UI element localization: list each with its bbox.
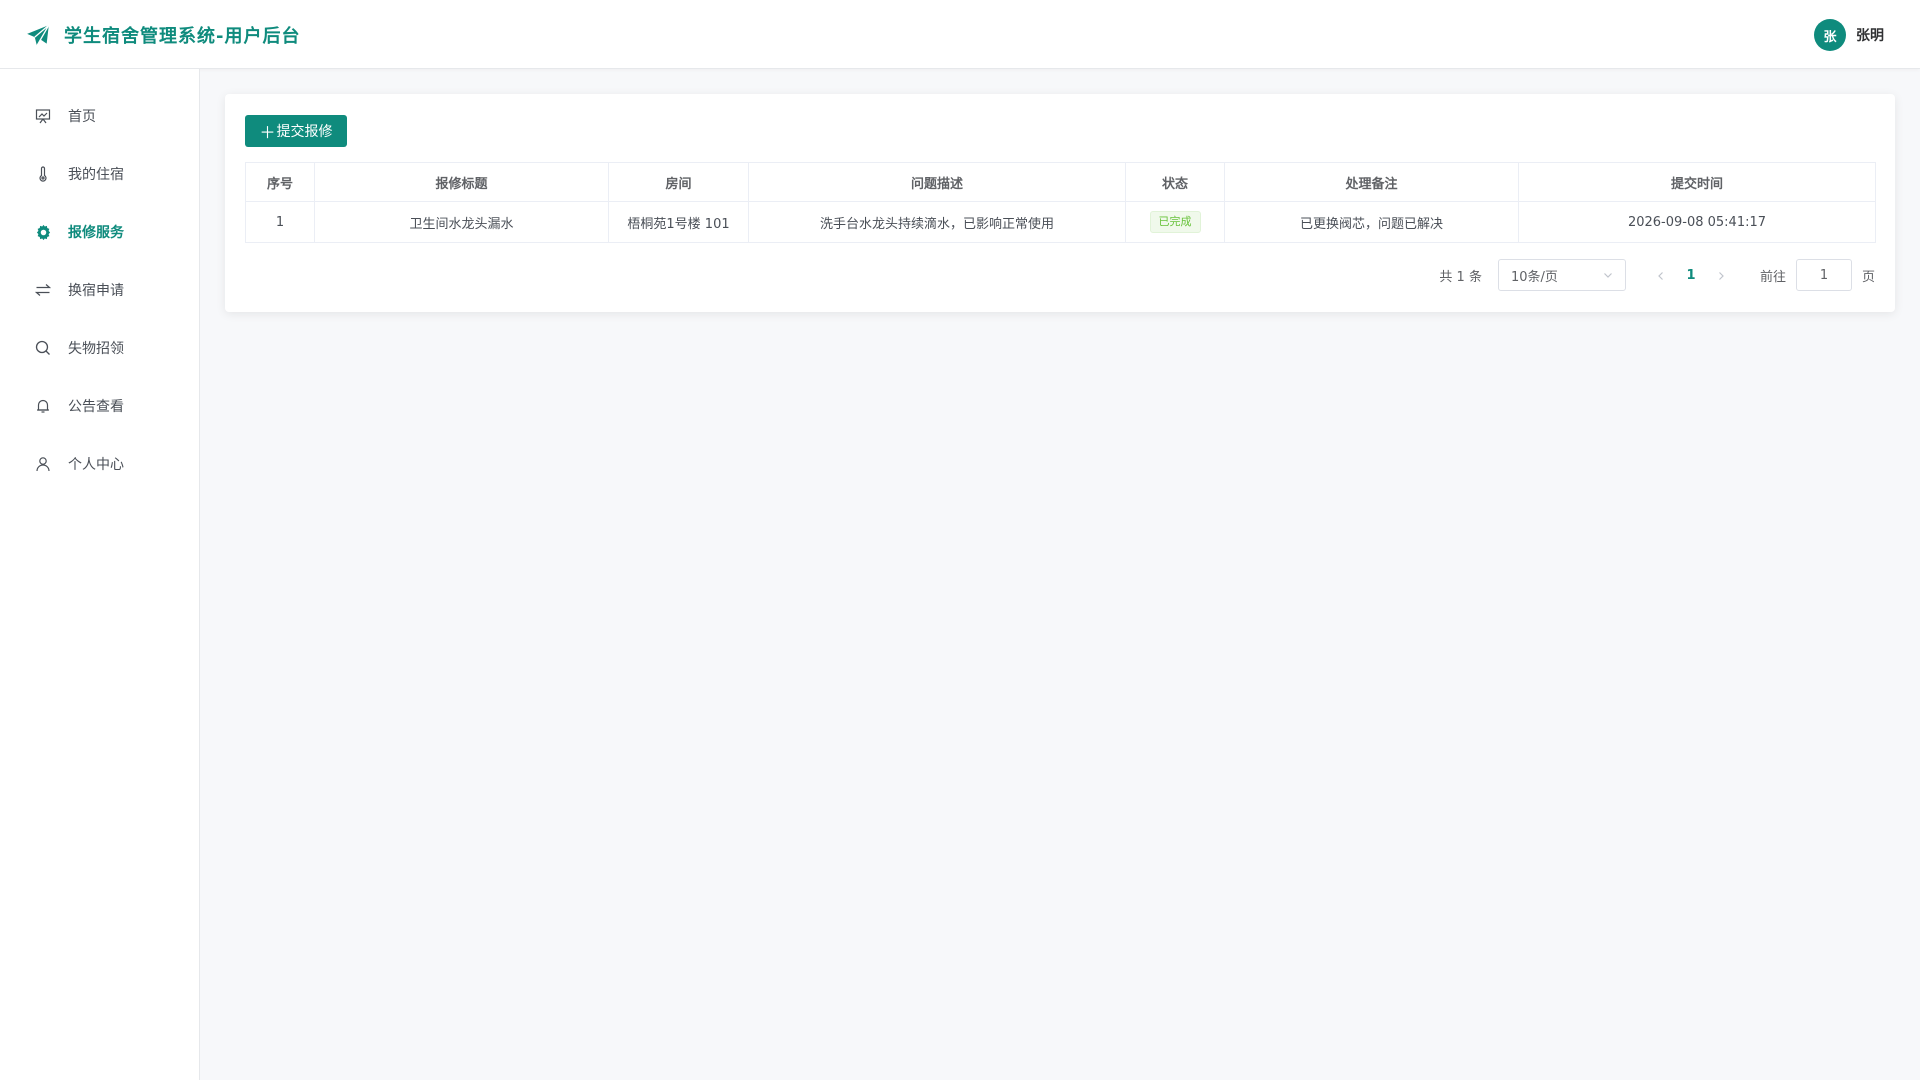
submit-repair-button[interactable]: ＋ 提交报修 xyxy=(245,115,347,147)
column-header[interactable]: 状态 xyxy=(1125,162,1225,202)
submit-repair-label: 提交报修 xyxy=(276,124,333,140)
column-header[interactable]: 处理备注 xyxy=(1224,162,1519,202)
sidebar-item-room-change[interactable]: 换宿申请 xyxy=(0,270,199,310)
sidebar-item-label: 报修服务 xyxy=(68,225,124,241)
column-header[interactable]: 房间 xyxy=(608,162,749,202)
user-menu[interactable]: 张 张明 xyxy=(1814,19,1884,51)
repair-table: 序号 报修标题 房间 问题描述 状态 处理备注 提交时间 1 卫生间水龙头漏水 … xyxy=(245,162,1876,243)
cell-title: 卫生间水龙头漏水 xyxy=(314,201,609,243)
cell-description: 洗手台水龙头持续滴水，已影响正常使用 xyxy=(748,201,1126,243)
sidebar-item-label: 换宿申请 xyxy=(68,283,124,299)
sidebar-item-notices[interactable]: 公告查看 xyxy=(0,386,199,426)
page-size-select[interactable]: 10条/页 xyxy=(1497,259,1626,291)
sidebar-item-label: 公告查看 xyxy=(68,399,124,415)
sidebar-item-my-dorm[interactable]: 我的住宿 xyxy=(0,154,199,194)
next-page-button[interactable] xyxy=(1706,266,1736,285)
goto-page-input[interactable] xyxy=(1795,259,1852,291)
user-icon xyxy=(34,455,52,473)
sidebar-item-home[interactable]: 首页 xyxy=(0,96,199,136)
goto-label: 前往 xyxy=(1759,269,1786,285)
gear-icon xyxy=(34,223,52,241)
paper-plane-icon xyxy=(27,24,50,47)
sidebar-item-label: 失物招领 xyxy=(68,341,124,357)
prev-page-button[interactable] xyxy=(1646,266,1676,285)
pagination-total: 共 1 条 xyxy=(1439,269,1482,285)
cell-submitted-at: 2026-09-08 05:41:17 xyxy=(1518,201,1876,243)
sidebar: 首页 我的住宿 报修服务 换宿申请 失物招领 公告查看 个人中心 xyxy=(0,69,200,1080)
column-header[interactable]: 提交时间 xyxy=(1518,162,1876,202)
pagination: 共 1 条 10条/页 1 前往 页 xyxy=(1439,259,1875,291)
app-title: 学生宿舍管理系统-用户后台 xyxy=(64,26,301,47)
top-header: 学生宿舍管理系统-用户后台 张 张明 xyxy=(0,0,1920,69)
chevron-left-icon xyxy=(1658,271,1663,280)
page-suffix: 页 xyxy=(1861,269,1875,285)
chevron-right-icon xyxy=(1719,271,1724,280)
page-number-current[interactable]: 1 xyxy=(1676,268,1706,283)
username[interactable]: 张明 xyxy=(1856,25,1884,45)
cell-index: 1 xyxy=(245,201,315,243)
sidebar-item-label: 个人中心 xyxy=(68,457,124,473)
thermometer-icon xyxy=(34,165,52,183)
avatar[interactable]: 张 xyxy=(1814,19,1846,51)
cell-room: 梧桐苑1号楼 101 xyxy=(608,201,749,243)
search-icon xyxy=(34,339,52,357)
presentation-board-icon xyxy=(34,107,52,125)
swap-arrows-icon xyxy=(34,281,52,299)
column-header[interactable]: 序号 xyxy=(245,162,315,202)
repair-list-card: ＋ 提交报修 序号 报修标题 房间 问题描述 状态 处理备注 提交时间 1 卫生… xyxy=(225,94,1895,312)
sidebar-item-label: 我的住宿 xyxy=(68,167,124,183)
table-row[interactable]: 1 卫生间水龙头漏水 梧桐苑1号楼 101 洗手台水龙头持续滴水，已影响正常使用… xyxy=(245,201,1876,243)
sidebar-item-lost-found[interactable]: 失物招领 xyxy=(0,328,199,368)
cell-note: 已更换阀芯，问题已解决 xyxy=(1224,201,1519,243)
chevron-down-icon xyxy=(1604,273,1612,278)
table-header-row: 序号 报修标题 房间 问题描述 状态 处理备注 提交时间 xyxy=(245,162,1876,202)
bell-icon xyxy=(34,397,52,415)
status-badge: 已完成 xyxy=(1149,211,1201,233)
sidebar-item-profile[interactable]: 个人中心 xyxy=(0,444,199,484)
sidebar-item-label: 首页 xyxy=(68,109,96,125)
plus-icon: ＋ xyxy=(259,123,276,142)
column-header[interactable]: 报修标题 xyxy=(314,162,609,202)
cell-status: 已完成 xyxy=(1125,201,1225,243)
column-header[interactable]: 问题描述 xyxy=(748,162,1126,202)
page-size-value: 10条/页 xyxy=(1510,269,1558,285)
sidebar-item-repair[interactable]: 报修服务 xyxy=(0,212,199,252)
